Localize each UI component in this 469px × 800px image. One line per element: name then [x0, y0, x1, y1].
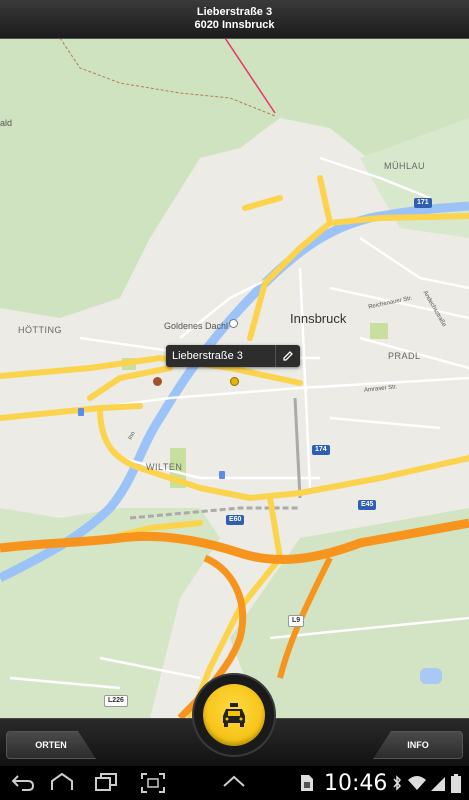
- map-label-muhlau: MÜHLAU: [384, 161, 426, 171]
- road-shield-171: 171: [414, 198, 432, 208]
- taxi-order-button[interactable]: [203, 684, 265, 746]
- poi-icon: [229, 319, 238, 328]
- transit-icon: [78, 408, 84, 416]
- map-label-hotting: HÖTTING: [18, 325, 62, 335]
- wifi-icon: [407, 774, 427, 797]
- transit-icon: [219, 471, 225, 479]
- map-label-pradl: PRADL: [388, 351, 421, 361]
- map-label-innsbruck: Innsbruck: [290, 311, 347, 326]
- bluetooth-icon: [392, 774, 402, 797]
- address-city: 6020 Innsbruck: [194, 19, 275, 31]
- taxi-icon: [223, 703, 245, 727]
- road-shield-l226: L226: [104, 695, 128, 707]
- home-icon[interactable]: [48, 772, 76, 797]
- road-shield-174: 174: [312, 445, 330, 455]
- orten-button[interactable]: ORTEN: [6, 731, 96, 759]
- address-header: Lieberstraße 3 6020 Innsbruck: [0, 0, 469, 39]
- battery-icon: [450, 774, 462, 799]
- poi-icon: [153, 377, 162, 386]
- location-marker: [230, 377, 239, 386]
- signal-icon: [430, 774, 446, 797]
- address-street: Lieberstraße 3: [196, 6, 273, 18]
- info-button[interactable]: INFO: [373, 731, 463, 759]
- road-shield-l9: L9: [288, 615, 305, 627]
- recent-apps-icon[interactable]: [93, 772, 119, 797]
- taxi-button-ring: [192, 673, 276, 757]
- tooltip-address: Lieberstraße 3: [172, 350, 243, 362]
- screenshot-icon[interactable]: [140, 772, 166, 799]
- sim-card-icon: [300, 774, 314, 797]
- map-label-wilten: WILTEN: [146, 462, 183, 472]
- map-label-goldenes-dachl: Goldenes Dachl: [164, 321, 229, 331]
- road-shield-e60: E60: [226, 515, 245, 525]
- clock: 10:46: [324, 771, 388, 796]
- back-icon[interactable]: [10, 772, 36, 797]
- edit-pencil-icon[interactable]: [275, 345, 300, 367]
- road-shield-e45: E45: [358, 500, 377, 510]
- map-label-ald: ald: [0, 118, 13, 128]
- location-tooltip[interactable]: Lieberstraße 3: [166, 345, 300, 367]
- chevron-up-icon[interactable]: [221, 774, 247, 793]
- system-bar: 10:46: [0, 766, 469, 800]
